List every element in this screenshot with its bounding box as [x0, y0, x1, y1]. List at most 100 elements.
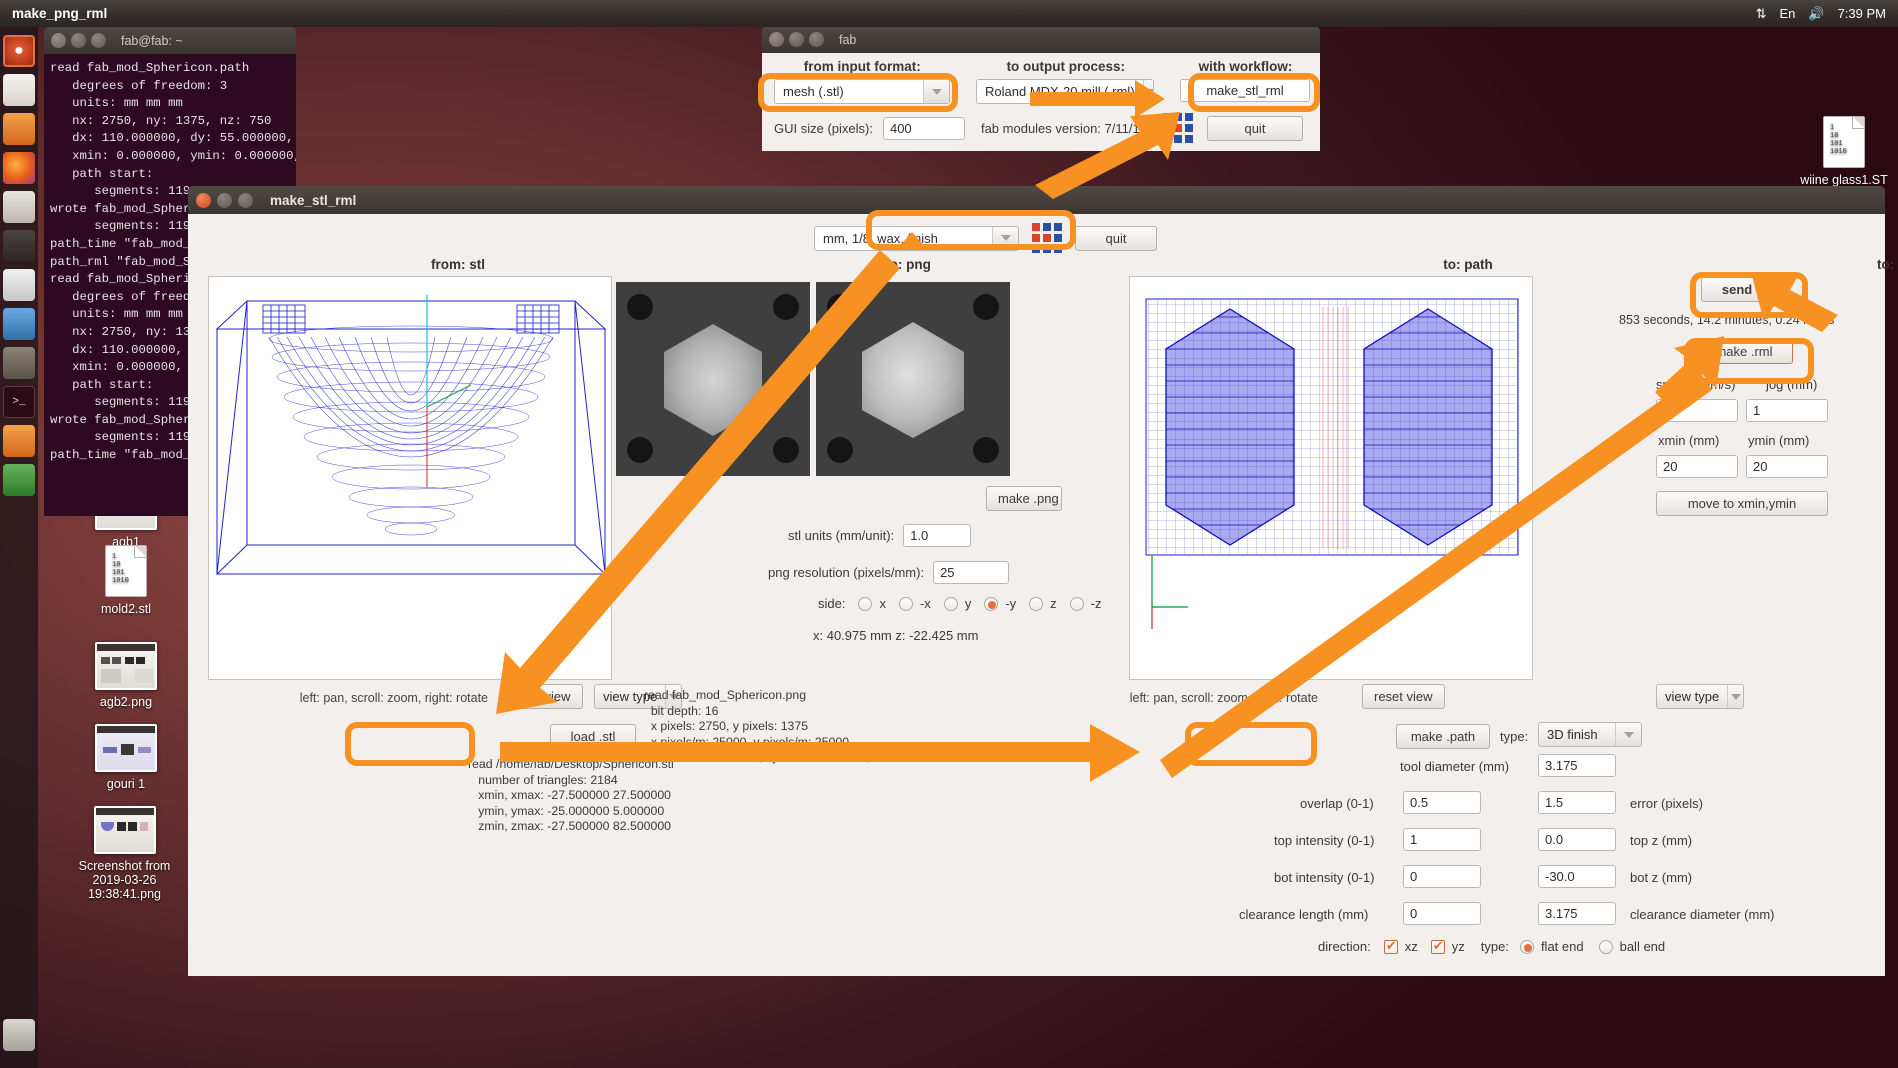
gui-size-input[interactable] [882, 116, 965, 140]
launcher-item-vlc[interactable] [3, 269, 35, 301]
stl-mouse-hint: left: pan, scroll: zoom, right: rotate [299, 691, 488, 705]
chevron-down-icon[interactable] [923, 80, 950, 103]
clock[interactable]: 7:39 PM [1838, 6, 1886, 21]
make-path-button[interactable]: make .path [1396, 724, 1490, 749]
xmin-label: xmin (mm) [1658, 433, 1720, 448]
bot-z-input[interactable] [1538, 865, 1616, 888]
fab-quit-button[interactable]: quit [1206, 115, 1303, 141]
png-resolution-input[interactable] [933, 561, 1010, 584]
side-radio-z[interactable] [1029, 596, 1044, 611]
close-icon[interactable] [769, 32, 784, 47]
close-icon[interactable] [196, 192, 211, 208]
launcher-item-archive-manager[interactable] [3, 230, 35, 262]
desktop-icon-mold2-stl[interactable]: 1 10 101 1010 mold2.stl [72, 545, 180, 616]
png-resolution-label: png resolution (pixels/mm): [768, 565, 925, 580]
launcher-item-ubuntu-software[interactable] [3, 113, 35, 145]
direction-xz-checkbox[interactable] [1383, 938, 1398, 954]
input-format-combo[interactable]: mesh (.stl) [774, 79, 951, 104]
minimize-icon[interactable] [789, 32, 804, 47]
clearance-diameter-input[interactable] [1538, 902, 1616, 925]
bot-z-label: bot z (mm) [1630, 870, 1693, 885]
load-stl-button[interactable]: load .stl [550, 724, 636, 749]
launcher-item-ubuntu-dash[interactable]: ● [3, 35, 35, 67]
resize-grip-icon[interactable] [1162, 113, 1193, 143]
side-radio-neg-y[interactable] [984, 596, 999, 611]
path-mouse-hint: left: pan, scroll: zoom, right: rotate [1129, 691, 1318, 705]
stl-reset-view-button[interactable]: reset view [500, 684, 583, 709]
workflow-entry[interactable] [1180, 79, 1310, 102]
unity-launcher: ● >_ [0, 27, 38, 1068]
stl-3d-viewport[interactable] [208, 276, 612, 680]
launcher-item-gimp[interactable] [3, 347, 35, 379]
main-window-body: mm, 1/8, wax, finish quit from: stl to: … [188, 214, 1898, 976]
desktop-icon-agb2-png[interactable]: agb2.png [72, 642, 180, 709]
side-radio-x[interactable] [858, 596, 873, 611]
maximize-icon[interactable] [238, 192, 253, 208]
move-to-xmin-ymin-button[interactable]: move to xmin,ymin [1656, 491, 1828, 516]
launcher-item-trash[interactable] [3, 1019, 35, 1051]
flat-end-radio[interactable] [1519, 939, 1534, 954]
side-radio-neg-z[interactable] [1069, 596, 1084, 611]
launcher-item-terminal[interactable]: >_ [3, 386, 35, 418]
direction-yz-checkbox[interactable] [1430, 938, 1445, 954]
jog-input[interactable] [1746, 399, 1828, 422]
side-radio-neg-x[interactable] [898, 596, 913, 611]
volume-icon[interactable]: 🔊 [1808, 6, 1824, 22]
chevron-down-icon[interactable] [1615, 723, 1641, 746]
active-app-title: make_png_rml [12, 6, 108, 21]
top-z-input[interactable] [1538, 828, 1616, 851]
make-png-button[interactable]: make .png [986, 486, 1062, 511]
stl-wireframe-render [215, 295, 607, 576]
fab-dialog-window[interactable]: fab from input format: to output process… [762, 26, 1320, 151]
launcher-item-files[interactable] [3, 74, 35, 106]
chevron-down-icon[interactable] [992, 226, 1018, 250]
launcher-item-updater[interactable] [3, 425, 35, 457]
bot-intensity-input[interactable] [1403, 865, 1481, 888]
desktop-icon-gouri1[interactable]: gouri 1 [72, 724, 180, 791]
overlap-input[interactable] [1403, 791, 1481, 814]
desktop-icon-label: wiine glass1.ST [1800, 173, 1888, 187]
terminal-titlebar: fab@fab: ~ [44, 27, 296, 54]
launcher-item-text-editor[interactable] [3, 308, 35, 340]
launcher-item-screenshot-tool[interactable] [3, 191, 35, 223]
speed-input[interactable] [1656, 399, 1738, 422]
maximize-icon[interactable] [809, 32, 824, 47]
path-view-type-combo[interactable]: view type [1656, 684, 1744, 709]
launcher-item-software-updater[interactable] [3, 464, 35, 496]
preset-combo[interactable]: mm, 1/8, wax, finish [814, 225, 1019, 251]
chevron-down-icon[interactable] [1727, 685, 1743, 708]
side-radio-y[interactable] [943, 596, 958, 611]
workflow-header: with workflow: [1198, 59, 1293, 74]
close-icon[interactable] [51, 33, 66, 48]
launcher-item-firefox[interactable] [3, 152, 35, 184]
network-icon[interactable]: ⇅ [1756, 6, 1767, 22]
tool-diameter-input[interactable] [1538, 754, 1616, 777]
thumbnail [93, 806, 156, 854]
xmin-input[interactable] [1656, 455, 1738, 478]
output-process-combo[interactable]: Roland MDX-20 mill (.rml) [976, 79, 1154, 104]
ymin-input[interactable] [1746, 455, 1828, 478]
make-stl-rml-window[interactable]: make_stl_rml mm, 1/8, wax, finish quit f… [188, 186, 1898, 976]
png-log: read fab_mod_Sphericon.png bit depth: 16… [644, 688, 976, 764]
png-preview-left[interactable] [616, 282, 810, 476]
error-input[interactable] [1538, 791, 1616, 814]
ball-end-radio[interactable] [1598, 939, 1613, 954]
maximize-icon[interactable] [91, 33, 106, 48]
minimize-icon[interactable] [71, 33, 86, 48]
desktop-icon-screenshot[interactable]: Screenshot from 2019-03-26 19:38:41.png [62, 806, 187, 901]
send-it-button[interactable]: send it! [1701, 277, 1789, 302]
main-quit-button[interactable]: quit [1075, 225, 1157, 251]
path-3d-viewport[interactable] [1129, 276, 1533, 680]
make-rml-button[interactable]: make .rml [1695, 339, 1793, 364]
resize-grip-icon[interactable] [1032, 223, 1062, 253]
clearance-length-input[interactable] [1403, 902, 1481, 925]
png-preview-right[interactable] [816, 282, 1010, 476]
path-reset-view-button[interactable]: reset view [1362, 684, 1445, 709]
minimize-icon[interactable] [217, 192, 232, 208]
keyboard-layout-indicator[interactable]: En [1779, 6, 1795, 21]
path-type-combo[interactable]: 3D finish [1538, 722, 1642, 747]
top-intensity-input[interactable] [1403, 828, 1481, 851]
chevron-down-icon[interactable] [1142, 80, 1154, 103]
stl-units-input[interactable] [903, 524, 972, 547]
desktop-icon-wine-glass-stl[interactable]: 1 10 101 1010 wiine glass1.ST [1790, 116, 1898, 187]
